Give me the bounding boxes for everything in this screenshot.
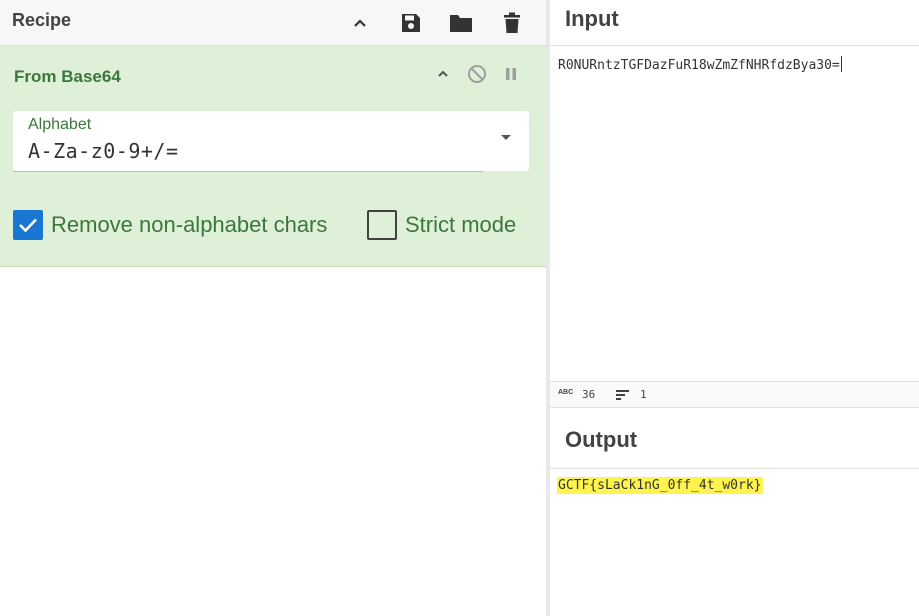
dropdown-caret-icon[interactable] [501,135,511,140]
operation-breakpoint-button[interactable] [500,63,522,85]
text-cursor [840,56,842,72]
input-status-bar: ABC 36 1 [550,381,919,408]
character-count-icon: ABC [558,389,574,396]
alphabet-label: Alphabet [28,116,92,133]
operation-from-base64: From Base64 Alphabet A-Za-z0-9+/= Remove… [0,46,546,267]
output-text: GCTF{sLaCk1nG_0ff_4t_w0rk} [557,477,763,494]
save-icon [402,14,420,32]
strict-mode-checkbox[interactable] [367,210,397,240]
input-textarea[interactable]: R0NURntzTGFDazFuR18wZmZfNHRfdzBya30= [550,46,919,381]
checkmark-icon [19,218,37,233]
output-textarea[interactable]: GCTF{sLaCk1nG_0ff_4t_w0rk} [550,469,919,616]
alphabet-select[interactable]: Alphabet A-Za-z0-9+/= [13,111,529,172]
input-header: Input [550,0,919,46]
save-recipe-button[interactable] [397,9,425,37]
input-title: Input [565,6,619,31]
character-count: 36 [582,388,596,401]
disable-icon [468,65,486,83]
strict-mode-label[interactable]: Strict mode [405,212,516,238]
chevron-up-icon [438,70,448,77]
chevron-up-icon [354,19,366,27]
alphabet-underline [13,171,483,172]
line-count-icon [616,390,629,400]
trash-icon [504,12,520,33]
recipe-header: Recipe [0,0,546,46]
clear-recipe-button[interactable] [498,9,526,37]
pause-icon [506,68,516,80]
operation-collapse-button[interactable] [432,63,454,85]
remove-non-alphabet-label[interactable]: Remove non-alphabet chars [51,212,327,238]
output-header: Output [550,408,919,469]
remove-non-alphabet-checkbox[interactable] [13,210,43,240]
operation-title: From Base64 [14,67,121,86]
recipe-title: Recipe [12,10,72,30]
line-count: 1 [640,388,647,401]
collapse-all-button[interactable] [346,9,374,37]
load-recipe-button[interactable] [447,9,475,37]
folder-icon [450,15,472,32]
recipe-panel: Recipe From Base64 Alphabet A-Za-z0-9+/=… [0,0,546,616]
output-title: Output [565,427,638,452]
alphabet-value[interactable]: A-Za-z0-9+/= [28,139,179,163]
input-text: R0NURntzTGFDazFuR18wZmZfNHRfdzBya30= [558,58,840,73]
operation-disable-button[interactable] [466,63,488,85]
